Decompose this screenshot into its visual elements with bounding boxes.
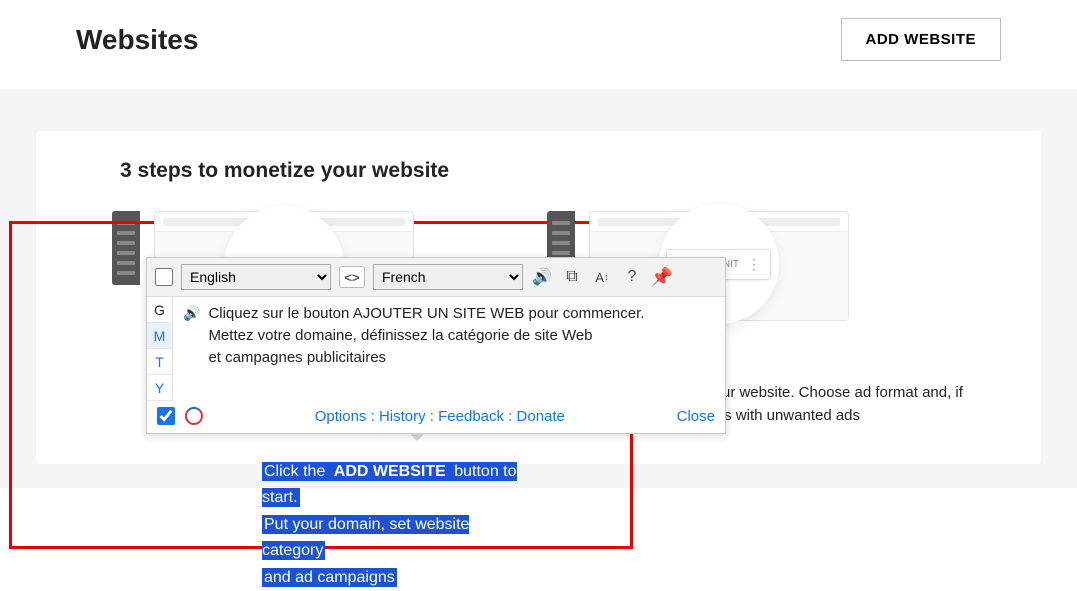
tab-m[interactable]: M — [147, 323, 172, 349]
help-icon[interactable]: ? — [621, 266, 643, 288]
translated-text: Cliquez sur le bouton AJOUTER UN SITE WE… — [208, 303, 644, 368]
tab-t[interactable]: T — [147, 349, 172, 375]
donate-link[interactable]: Donate — [517, 408, 565, 425]
card-heading: 3 steps to monetize your website — [120, 159, 965, 183]
lang-from-select[interactable]: English — [181, 264, 331, 290]
options-link[interactable]: Options — [315, 408, 367, 425]
copy-icon[interactable]: ⧉ — [561, 266, 583, 288]
swap-languages-icon[interactable]: <> — [339, 266, 365, 288]
font-size-icon[interactable]: A↕ — [591, 266, 613, 288]
tab-g[interactable]: G — [147, 297, 172, 323]
popup-select-checkbox[interactable] — [155, 268, 173, 286]
translator-popup: English <> French 🔊 ⧉ A↕ ? 📌 G M T — [146, 257, 726, 434]
lang-to-select[interactable]: French — [373, 264, 523, 290]
page-title: Websites — [76, 24, 198, 56]
loading-spinner-icon — [185, 407, 203, 425]
play-translation-icon[interactable]: 🔊 — [183, 305, 200, 322]
popup-persist-checkbox[interactable] — [157, 407, 175, 425]
speaker-icon[interactable]: 🔊 — [531, 266, 553, 288]
provider-tabs: G M T Y — [147, 297, 173, 401]
popup-close-link[interactable]: Close — [677, 408, 715, 425]
tab-y[interactable]: Y — [147, 375, 172, 401]
source-text-highlighted: Click the ADD WEBSITE button to start. P… — [262, 459, 531, 591]
feedback-link[interactable]: Feedback — [438, 408, 504, 425]
history-link[interactable]: History — [379, 408, 426, 425]
pin-icon[interactable]: 📌 — [651, 266, 673, 288]
popup-links: Options : History : Feedback : Donate — [315, 408, 565, 425]
add-website-button[interactable]: ADD WEBSITE — [841, 18, 1002, 61]
more-dots-icon: ⋮ — [747, 256, 760, 273]
menu-icon — [112, 211, 140, 285]
